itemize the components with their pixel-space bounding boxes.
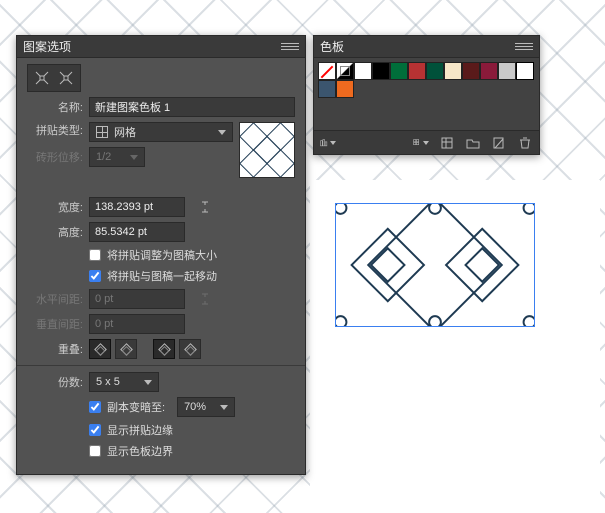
delete-swatch-icon[interactable] — [517, 136, 533, 150]
swatch-options-icon[interactable] — [439, 136, 455, 150]
grid-icon — [96, 126, 108, 138]
width-input[interactable] — [89, 197, 185, 217]
swatch-libraries-icon[interactable] — [320, 136, 336, 150]
dim-value: 70% — [184, 401, 206, 413]
dim-select[interactable]: 70% — [177, 397, 235, 417]
copies-value: 5 x 5 — [96, 376, 120, 388]
swatch-registration[interactable] — [336, 62, 354, 80]
name-label: 名称: — [27, 99, 83, 115]
show-swatch-bounds-checkbox[interactable]: 显示色板边界 — [89, 443, 173, 459]
fit-checkbox[interactable]: 将拼贴调整为图稿大小 — [89, 247, 217, 263]
chevron-down-icon — [220, 405, 228, 410]
tiletype-value: 网格 — [114, 124, 136, 140]
swatch-color[interactable] — [372, 62, 390, 80]
swatch-color[interactable] — [336, 80, 354, 98]
swatch-pattern[interactable] — [516, 62, 534, 80]
overlap-top-button[interactable] — [153, 339, 175, 359]
swatch-color[interactable] — [480, 62, 498, 80]
chevron-down-icon — [130, 155, 138, 160]
pattern-options-panel: 图案选项 名称: 拼贴类型: 网格 — [16, 35, 306, 475]
brick-offset-label: 砖形位移: — [27, 149, 83, 165]
show-tile-edge-checkbox[interactable]: 显示拼贴边缘 — [89, 422, 173, 438]
swatch-none[interactable] — [318, 62, 336, 80]
new-swatch-icon[interactable] — [491, 136, 507, 150]
tiletype-label: 拼贴类型: — [27, 122, 83, 138]
overlap-right-button[interactable] — [115, 339, 137, 359]
tile-size-buttons — [27, 64, 81, 92]
overlap-bottom-button[interactable] — [179, 339, 201, 359]
swatch-color[interactable] — [462, 62, 480, 80]
chevron-down-icon — [218, 130, 226, 135]
name-input[interactable] — [89, 97, 295, 117]
link-spacing-icon — [197, 291, 213, 307]
swatches-footer — [314, 130, 539, 154]
swatch-color[interactable] — [444, 62, 462, 80]
swatch-color[interactable] — [408, 62, 426, 80]
show-kinds-icon[interactable] — [413, 136, 429, 150]
swatches-panel: 色板 — [313, 35, 540, 155]
hspacing-label: 水平间距: — [27, 291, 83, 307]
swatch-color[interactable] — [498, 62, 516, 80]
chevron-down-icon — [144, 380, 152, 385]
new-group-icon[interactable] — [465, 136, 481, 150]
copies-label: 份数: — [27, 374, 83, 390]
move-checkbox[interactable]: 将拼贴与图稿一起移动 — [89, 268, 217, 284]
copies-select[interactable]: 5 x 5 — [89, 372, 159, 392]
tiletype-select[interactable]: 网格 — [89, 122, 233, 142]
panel-title: 色板 — [320, 38, 344, 55]
swatch-color[interactable] — [390, 62, 408, 80]
height-input[interactable] — [89, 222, 185, 242]
swatch-grid — [314, 58, 539, 130]
swatch-color[interactable] — [318, 80, 336, 98]
swatch-color[interactable] — [354, 62, 372, 80]
panel-title: 图案选项 — [23, 38, 71, 55]
size-to-art-button[interactable] — [32, 69, 52, 87]
panel-menu-icon[interactable] — [515, 40, 533, 54]
vspacing-input — [89, 314, 185, 334]
brick-offset-select: 1/2 — [89, 147, 145, 167]
vspacing-label: 垂直间距: — [27, 316, 83, 332]
size-expand-button[interactable] — [56, 69, 76, 87]
hspacing-input — [89, 289, 185, 309]
width-label: 宽度: — [27, 199, 83, 215]
pattern-preview — [239, 122, 295, 178]
pattern-art — [336, 204, 534, 326]
overlap-left-button[interactable] — [89, 339, 111, 359]
dim-checkbox[interactable]: 副本变暗至: — [89, 399, 165, 415]
pattern-bounding-box[interactable] — [335, 203, 535, 327]
brick-offset-value: 1/2 — [96, 151, 111, 163]
panel-header[interactable]: 图案选项 — [17, 36, 305, 58]
link-dimensions-icon[interactable] — [197, 199, 213, 215]
overlap-label: 重叠: — [27, 341, 83, 357]
panel-header[interactable]: 色板 — [314, 36, 539, 58]
height-label: 高度: — [27, 224, 83, 240]
panel-menu-icon[interactable] — [281, 40, 299, 54]
swatch-color[interactable] — [426, 62, 444, 80]
